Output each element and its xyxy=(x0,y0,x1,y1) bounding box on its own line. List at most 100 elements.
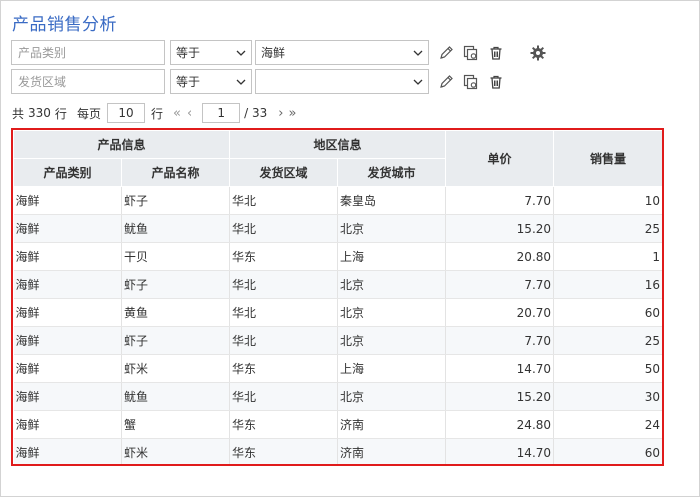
table-cell: 海鲜 xyxy=(13,186,122,215)
table-cell: 14.70 xyxy=(445,354,555,383)
last-page-icon[interactable]: » xyxy=(288,106,296,121)
data-table: 产品信息 地区信息 单价 销售量 产品类别 产品名称 发货区域 发货城市 海鲜虾… xyxy=(13,130,662,464)
value-select-value: 海鲜 xyxy=(261,46,286,60)
total-pages: / 33 xyxy=(244,106,268,120)
table-cell: 华北 xyxy=(229,270,339,299)
delete-trash-icon[interactable] xyxy=(488,45,504,61)
column-header-sales[interactable]: 销售量 xyxy=(553,130,662,187)
total-suffix: 行 xyxy=(54,106,67,121)
chevron-down-icon xyxy=(413,79,423,85)
pager: 共 330 行 每页 10 行 « ‹ 1 / 33 › » xyxy=(12,103,296,123)
total-prefix: 共 xyxy=(12,106,25,121)
table-cell: 16 xyxy=(553,270,662,299)
filter-field-input[interactable]: 发货区域 xyxy=(11,69,165,94)
column-header-ship-region[interactable]: 发货区域 xyxy=(229,158,339,187)
table-cell: 24.80 xyxy=(445,410,555,439)
table-cell: 华北 xyxy=(229,186,339,215)
table-cell: 14.70 xyxy=(445,438,555,464)
table-row[interactable]: 海鲜 鱿鱼 华北 北京 15.20 30 xyxy=(13,382,662,411)
table-cell: 虾子 xyxy=(121,186,231,215)
operator-select[interactable]: 等于 xyxy=(170,40,252,65)
edit-pencil-icon[interactable] xyxy=(438,45,454,61)
next-page-icon[interactable]: › xyxy=(278,106,283,121)
nav-forward: › » xyxy=(273,106,296,121)
table-cell: 华东 xyxy=(229,242,339,271)
first-page-icon[interactable]: « xyxy=(173,106,181,121)
per-page-input[interactable]: 10 xyxy=(106,103,145,123)
table-cell: 海鲜 xyxy=(13,382,122,411)
table-body: 海鲜 虾子 华北 秦皇岛 7.70 10 海鲜 鱿鱼 华北 北京 15.20 25 海鲜 干贝 华东 上海 20… xyxy=(13,186,662,464)
table-cell: 济南 xyxy=(337,438,447,464)
table-cell: 华北 xyxy=(229,298,339,327)
table-cell: 鱿鱼 xyxy=(121,382,231,411)
table-cell: 海鲜 xyxy=(13,298,122,327)
filter-row-1: 产品类别 等于 海鲜 xyxy=(11,40,546,65)
current-page-input[interactable]: 1 xyxy=(202,103,241,123)
table-cell: 华北 xyxy=(229,214,339,243)
operator-select[interactable]: 等于 xyxy=(170,69,252,94)
filter-row-2: 发货区域 等于 xyxy=(11,69,504,94)
table-cell: 北京 xyxy=(337,326,447,355)
table-cell: 海鲜 xyxy=(13,438,122,464)
table-cell: 7.70 xyxy=(445,270,555,299)
table-row[interactable]: 海鲜 虾米 华东 上海 14.70 50 xyxy=(13,354,662,383)
total-count: 330 xyxy=(28,106,51,120)
table-row[interactable]: 海鲜 黄鱼 华北 北京 20.70 60 xyxy=(13,298,662,327)
table-cell: 海鲜 xyxy=(13,242,122,271)
table-cell: 济南 xyxy=(337,410,447,439)
table-row[interactable]: 海鲜 鱿鱼 华北 北京 15.20 25 xyxy=(13,214,662,243)
table-row[interactable]: 海鲜 虾米 华东 济南 14.70 60 xyxy=(13,438,662,464)
table-row[interactable]: 海鲜 虾子 华北 北京 7.70 25 xyxy=(13,326,662,355)
delete-trash-icon[interactable] xyxy=(488,74,504,90)
data-table-container: 产品信息 地区信息 单价 销售量 产品类别 产品名称 发货区域 发货城市 海鲜虾… xyxy=(11,128,664,466)
table-cell: 虾米 xyxy=(121,354,231,383)
operator-select-value: 等于 xyxy=(176,46,201,60)
table-cell: 30 xyxy=(553,382,662,411)
edit-pencil-icon[interactable] xyxy=(438,74,454,90)
copy-settings-icon[interactable] xyxy=(463,74,479,90)
table-cell: 上海 xyxy=(337,354,447,383)
column-header-price[interactable]: 单价 xyxy=(445,130,555,187)
table-cell: 1 xyxy=(553,242,662,271)
table-cell: 25 xyxy=(553,326,662,355)
table-cell: 25 xyxy=(553,214,662,243)
table-cell: 黄鱼 xyxy=(121,298,231,327)
table-cell: 蟹 xyxy=(121,410,231,439)
prev-page-icon[interactable]: ‹ xyxy=(187,106,192,121)
table-cell: 北京 xyxy=(337,270,447,299)
table-cell: 60 xyxy=(553,438,662,464)
table-cell: 海鲜 xyxy=(13,270,122,299)
table-cell: 鱿鱼 xyxy=(121,214,231,243)
column-header-ship-city[interactable]: 发货城市 xyxy=(337,158,447,187)
page-title: 产品销售分析 xyxy=(12,15,117,35)
table-cell: 海鲜 xyxy=(13,326,122,355)
filter-field-input[interactable]: 产品类别 xyxy=(11,40,165,65)
table-cell: 华东 xyxy=(229,410,339,439)
per-page-suffix: 行 xyxy=(150,106,163,121)
table-cell: 华东 xyxy=(229,354,339,383)
table-row[interactable]: 海鲜蟹华东 济南 24.80 24 xyxy=(13,410,662,439)
table-row[interactable]: 海鲜 虾子 华北 秦皇岛 7.70 10 xyxy=(13,186,662,215)
group-header-product: 产品信息 xyxy=(13,130,231,159)
table-cell: 华北 xyxy=(229,382,339,411)
table-cell: 10 xyxy=(553,186,662,215)
table-cell: 北京 xyxy=(337,382,447,411)
column-header-category[interactable]: 产品类别 xyxy=(13,158,122,187)
table-row[interactable]: 海鲜 干贝 华东 上海 20.80 1 xyxy=(13,242,662,271)
table-cell: 7.70 xyxy=(445,186,555,215)
table-cell: 北京 xyxy=(337,214,447,243)
table-row[interactable]: 海鲜 虾子 华北 北京 7.70 16 xyxy=(13,270,662,299)
table-cell: 20.70 xyxy=(445,298,555,327)
chevron-down-icon xyxy=(236,50,246,56)
per-page-label: 每页 xyxy=(76,106,101,121)
table-cell: 虾子 xyxy=(121,270,231,299)
value-select[interactable] xyxy=(255,69,429,94)
gear-icon[interactable] xyxy=(530,45,546,61)
nav-back: « ‹ xyxy=(173,106,198,121)
value-select[interactable]: 海鲜 xyxy=(255,40,429,65)
column-header-product-name[interactable]: 产品名称 xyxy=(120,158,231,187)
table-cell: 虾米 xyxy=(121,438,231,464)
table-cell: 海鲜 xyxy=(13,354,122,383)
copy-settings-icon[interactable] xyxy=(463,45,479,61)
table-cell: 15.20 xyxy=(445,214,555,243)
